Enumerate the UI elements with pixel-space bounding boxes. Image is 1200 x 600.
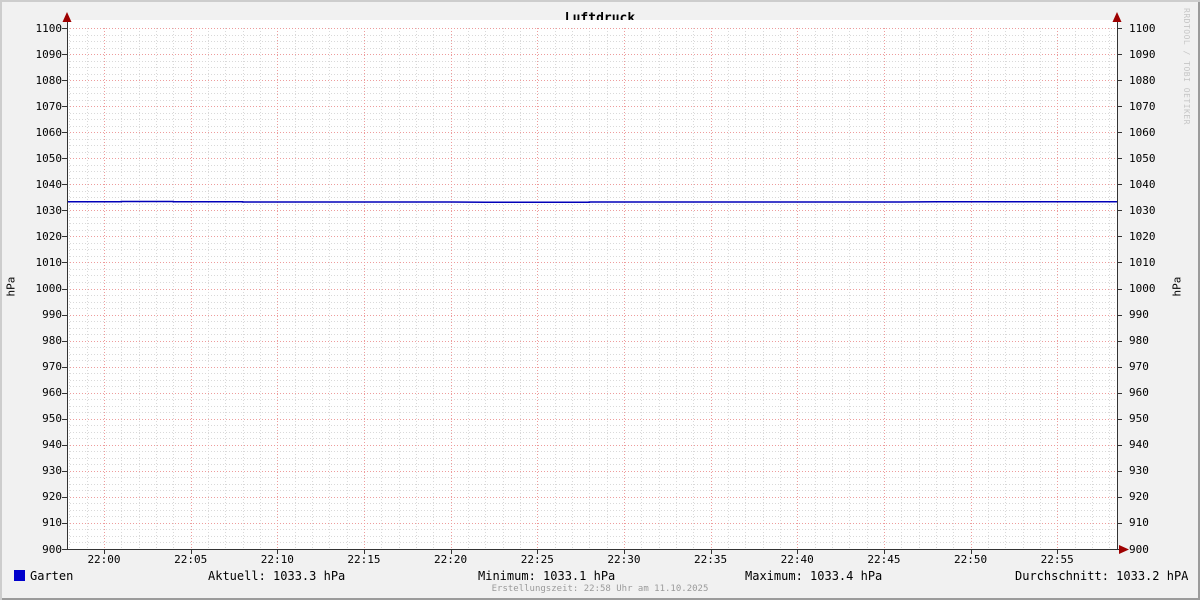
x-tick-label: 22:05 — [174, 553, 208, 566]
legend-durchschnitt: Durchschnitt: 1033.2 hPA — [1015, 569, 1189, 583]
plot-area — [62, 12, 1129, 554]
y-tick-label-right: 1100 — [1129, 21, 1156, 35]
rrdtool-pressure-graph: Luftdruck 900 910 920 930 940 950 960 970 980 990… — [0, 0, 1200, 600]
legend-maximum: Maximum: 1033.4 hPa — [745, 569, 883, 583]
plot-canvas — [67, 20, 1117, 549]
y-tick-label-right: 1080 — [1129, 73, 1156, 87]
y-tick-label-left: 940 — [42, 438, 62, 452]
y-tick-label-right: 980 — [1129, 334, 1149, 348]
y-tick-label-right: 900 — [1129, 542, 1149, 556]
y-tick-label-left: 930 — [42, 464, 62, 478]
series-swatch — [14, 570, 25, 581]
x-tick-label: 22:10 — [260, 553, 294, 566]
y-tick-label-left: 980 — [42, 334, 62, 348]
y-tick-label-left: 950 — [42, 412, 62, 426]
y-tick-label-right: 930 — [1129, 464, 1149, 478]
creation-time: Erstellungszeit: 22:58 Uhr am 11.10.2025 — [491, 584, 709, 594]
y-tick-label-right: 1000 — [1129, 282, 1156, 295]
y-tick-label-right: 1060 — [1129, 125, 1156, 139]
y-tick-label-left: 1080 — [35, 73, 63, 87]
y-tick-label-left: 1090 — [35, 47, 63, 61]
series-label: Garten — [30, 569, 74, 583]
x-tick-label: 22:15 — [347, 553, 381, 566]
x-tick-label: 22:30 — [607, 553, 641, 566]
legend-aktuell: Aktuell: 1033.3 hPa — [208, 569, 346, 583]
y-tick-label-left: 1100 — [35, 21, 63, 35]
y-tick-label-right: 910 — [1129, 516, 1149, 530]
y-tick-label-left: 1020 — [35, 229, 63, 243]
y-tick-label-left: 1070 — [35, 99, 63, 113]
y-tick-label-right: 970 — [1129, 360, 1149, 374]
y-tick-label-left: 900 — [42, 542, 62, 556]
y-axis-arrow-left — [62, 12, 72, 22]
x-tick-label: 22:35 — [694, 553, 728, 566]
x-tick-label: 22:25 — [520, 553, 554, 566]
x-tick-label: 22:55 — [1040, 553, 1074, 566]
y-axis-unit-left: hPa — [4, 276, 18, 297]
y-tick-label-right: 990 — [1129, 308, 1149, 322]
y-tick-label-left: 1040 — [35, 177, 63, 191]
y-axis-arrow-right — [1112, 12, 1122, 22]
x-tick-label: 22:50 — [953, 553, 988, 566]
y-tick-label-right: 940 — [1129, 438, 1149, 452]
y-tick-label-left: 1010 — [35, 255, 63, 269]
y-tick-label-left: 920 — [42, 490, 62, 504]
y-tick-label-right: 950 — [1129, 412, 1149, 426]
x-axis-arrow — [1119, 545, 1129, 554]
y-tick-label-left: 970 — [42, 360, 62, 374]
y-tick-label-left: 1060 — [35, 125, 63, 139]
x-tick-label: 22:20 — [434, 553, 468, 566]
y-tick-label-right: 1030 — [1129, 203, 1156, 217]
y-tick-label-left: 960 — [42, 386, 62, 400]
x-tick-label: 22:40 — [780, 553, 814, 566]
y-tick-label-left: 1050 — [35, 151, 63, 165]
y-axis-unit-right: hPa — [1170, 276, 1184, 297]
y-tick-label-left: 990 — [42, 308, 62, 322]
pressure-line — [67, 200, 1117, 204]
x-tick-label: 22:45 — [867, 553, 901, 566]
y-tick-label-right: 1020 — [1129, 229, 1156, 243]
y-tick-label-right: 1050 — [1129, 151, 1156, 165]
y-tick-label-left: 1030 — [35, 203, 63, 217]
y-tick-label-right: 1070 — [1129, 99, 1156, 113]
legend-minimum: Minimum: 1033.1 hPa — [478, 569, 616, 583]
y-tick-label-right: 1090 — [1129, 47, 1156, 61]
x-tick-label: 22:00 — [87, 553, 121, 566]
rrdtool-watermark: RRDTOOL / TOBI OETIKER — [1182, 8, 1191, 125]
y-tick-label-right: 960 — [1129, 386, 1149, 400]
y-tick-label-left: 910 — [42, 516, 62, 530]
y-tick-label-right: 1010 — [1129, 255, 1156, 269]
y-tick-label-right: 1040 — [1129, 177, 1156, 191]
y-tick-label-right: 920 — [1129, 490, 1149, 504]
